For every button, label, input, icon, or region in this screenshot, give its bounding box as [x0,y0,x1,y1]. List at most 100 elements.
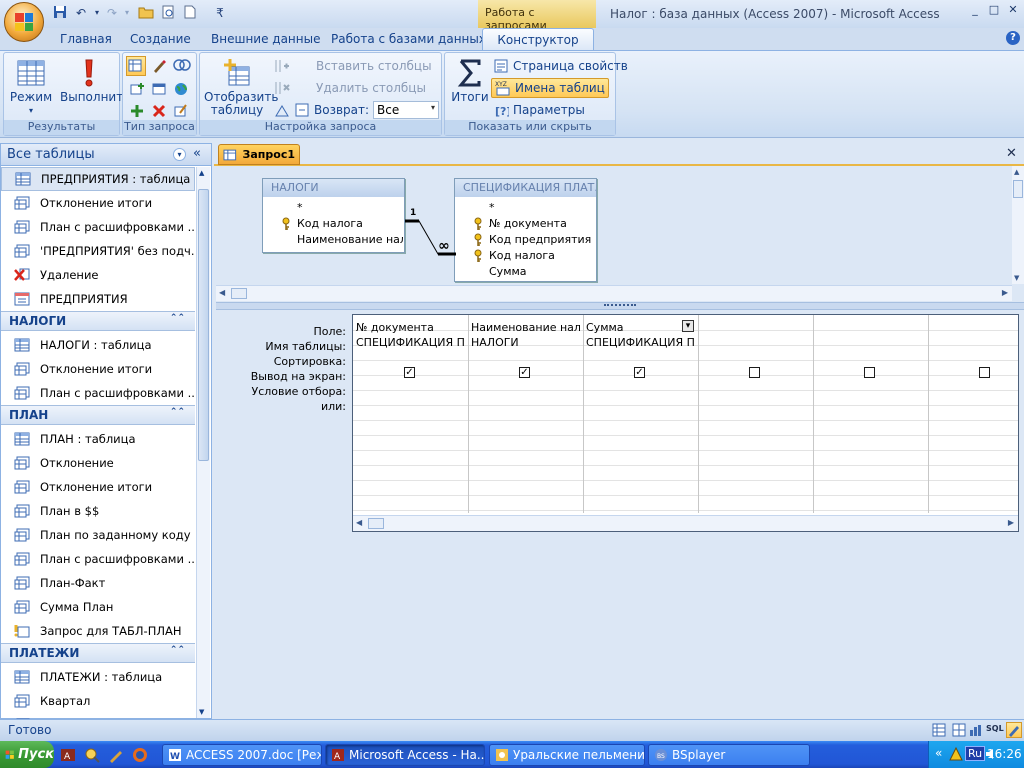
taskbar-button[interactable]: W ACCESS 2007.doc [Режи... [162,744,322,766]
qbe-or-cell[interactable] [928,395,1024,410]
qbe-table-cell[interactable]: СПЕЦИФИКАЦИЯ ПЛАТ [353,335,465,350]
taskbar-button[interactable]: A Microsoft Access - На... [325,744,485,766]
table-field[interactable]: Сумма [455,264,595,280]
show-checkbox[interactable]: ✓ [634,367,645,378]
design-vertical-scrollbar[interactable]: ▲ ▼ [1012,166,1024,284]
select-query-icon[interactable] [126,56,146,76]
nav-scroll-thumb[interactable] [198,189,209,461]
nav-item[interactable]: Отклонение итоги [1,475,195,499]
pane-splitter[interactable] [216,302,1024,310]
table-field[interactable]: № документа [455,216,595,232]
qbe-sort-cell[interactable] [583,350,695,365]
qbe-horizontal-scrollbar[interactable]: ◀ ▶ [353,515,1018,531]
append-query-icon[interactable] [129,81,145,100]
undo-dropdown-icon[interactable]: ▾ [89,5,105,21]
tray-expand-icon[interactable]: « [935,746,942,760]
scroll-left-icon[interactable]: ◀ [356,518,362,527]
table-field[interactable]: Код налога [263,216,403,232]
qbe-table-cell[interactable]: СПЕЦИФИКАЦИЯ ПЛАТ [583,335,695,350]
qbe-or-cell[interactable] [698,395,810,410]
nav-item[interactable]: План в $$ [1,499,195,523]
qbe-criteria-cell[interactable] [928,380,1024,395]
collapse-group-icon[interactable]: ⌃⌃ [170,313,185,323]
qbe-grid[interactable]: № документаСПЕЦИФИКАЦИЯ ПЛАТ✓Наименовани… [352,314,1019,532]
nav-item[interactable]: 'ПРЕДПРИЯТИЯ' без подч... [1,239,195,263]
qbe-or-cell[interactable] [468,395,580,410]
union-query-icon[interactable] [173,58,191,75]
pivot-table-view-button[interactable] [952,723,968,737]
tab-database-tools[interactable]: Работа с базами данных [325,28,492,50]
maximize-button[interactable]: □ [985,3,1003,17]
design-view-button[interactable] [1006,722,1022,738]
return-combobox[interactable]: Все ▾ [373,101,440,119]
show-checkbox[interactable]: ✓ [404,367,415,378]
design-hscroll-thumb[interactable] [231,288,247,299]
qbe-field-cell[interactable]: Сумма [583,320,695,335]
qbe-table-cell[interactable] [813,335,925,350]
nav-item[interactable]: План с расшифровками ... [1,547,195,571]
property-sheet-button[interactable]: Страница свойств [493,56,628,76]
collapse-group-icon[interactable]: ⌃⌃ [170,645,185,655]
table-window-specification[interactable]: СПЕЦИФИКАЦИЯ ПЛАТ... * № документа Код пре… [454,178,597,282]
show-checkbox[interactable]: ✓ [519,367,530,378]
nav-item[interactable]: План по заданному коду ... [1,523,195,547]
qbe-table-cell[interactable] [928,335,1024,350]
show-checkbox[interactable] [979,367,990,378]
qbe-hscroll-thumb[interactable] [368,518,384,529]
scroll-right-icon[interactable]: ▶ [1002,288,1008,297]
qbe-or-cell[interactable] [583,395,695,410]
qbe-criteria-cell[interactable] [468,380,580,395]
collapse-group-icon[interactable]: ⌃⌃ [170,407,185,417]
nav-item[interactable]: ПЛАН : таблица [1,427,195,451]
qbe-field-cell[interactable]: Наименование нало [468,320,580,335]
taskbar-button[interactable]: BS BSplayer [648,744,810,766]
show-checkbox[interactable] [864,367,875,378]
scroll-up-icon[interactable]: ▲ [199,169,204,177]
view-mode-button[interactable]: Режим ▾ [8,57,54,117]
qbe-or-cell[interactable] [813,395,925,410]
nav-item[interactable]: План с расшифровками ... [1,215,195,239]
nav-item[interactable]: ПРЕДПРИЯТИЯ [1,287,195,311]
nav-group-header[interactable]: НАЛОГИ ⌃⌃ [1,311,195,331]
open-folder-icon[interactable] [138,5,154,21]
scroll-down-icon[interactable]: ▼ [1014,274,1019,282]
quicklaunch-access-icon[interactable]: A [60,747,76,766]
nav-item[interactable]: Квартал [1,689,195,713]
qbe-table-cell[interactable]: НАЛОГИ [468,335,580,350]
quicklaunch-search-icon[interactable] [84,747,100,766]
table-field[interactable]: Наименование нало [263,232,403,248]
office-button[interactable] [4,2,44,42]
data-definition-globe-icon[interactable] [173,81,189,100]
nav-item[interactable]: Отклонение итоги [1,357,195,381]
nav-item[interactable]: Отклонение итоги [1,191,195,215]
scroll-left-icon[interactable]: ◀ [219,288,225,297]
parameters-button[interactable]: [?] Параметры [493,100,585,120]
qbe-table-cell[interactable] [698,335,810,350]
shutter-bar-close-icon[interactable]: « [193,146,201,161]
nav-menu-dropdown-icon[interactable]: ▾ [173,148,186,161]
datasheet-view-button[interactable] [932,723,948,737]
qbe-or-cell[interactable] [353,395,465,410]
make-table-query-icon[interactable] [151,58,167,77]
qbe-sort-cell[interactable] [698,350,810,365]
qbe-sort-cell[interactable] [353,350,465,365]
close-document-icon[interactable]: ✕ [1006,146,1017,161]
qbe-field-cell[interactable] [698,320,810,335]
totals-button[interactable]: Итоги [449,57,491,104]
tab-create[interactable]: Создание [124,28,197,50]
design-horizontal-scrollbar[interactable]: ◀ ▶ [216,285,1012,301]
language-indicator[interactable]: Ru [965,746,986,761]
table-field[interactable]: * [455,200,595,216]
help-icon[interactable]: ? [1006,31,1020,45]
nav-group-header[interactable]: ПЛАТЕЖИ ⌃⌃ [1,643,195,663]
tab-design[interactable]: Конструктор [482,28,594,50]
qbe-sort-cell[interactable] [813,350,925,365]
qbe-criteria-cell[interactable] [813,380,925,395]
nav-item[interactable]: Отклонение [1,451,195,475]
table-field[interactable]: Код предприятия [455,232,595,248]
nav-item[interactable]: НАЛОГИ : таблица [1,333,195,357]
save-icon[interactable] [52,5,68,21]
quicklaunch-tool-icon[interactable] [108,747,124,766]
nav-scrollbar[interactable]: ▲ ▼ [196,167,210,718]
query1-document-tab[interactable]: Запрос1 [218,144,300,165]
